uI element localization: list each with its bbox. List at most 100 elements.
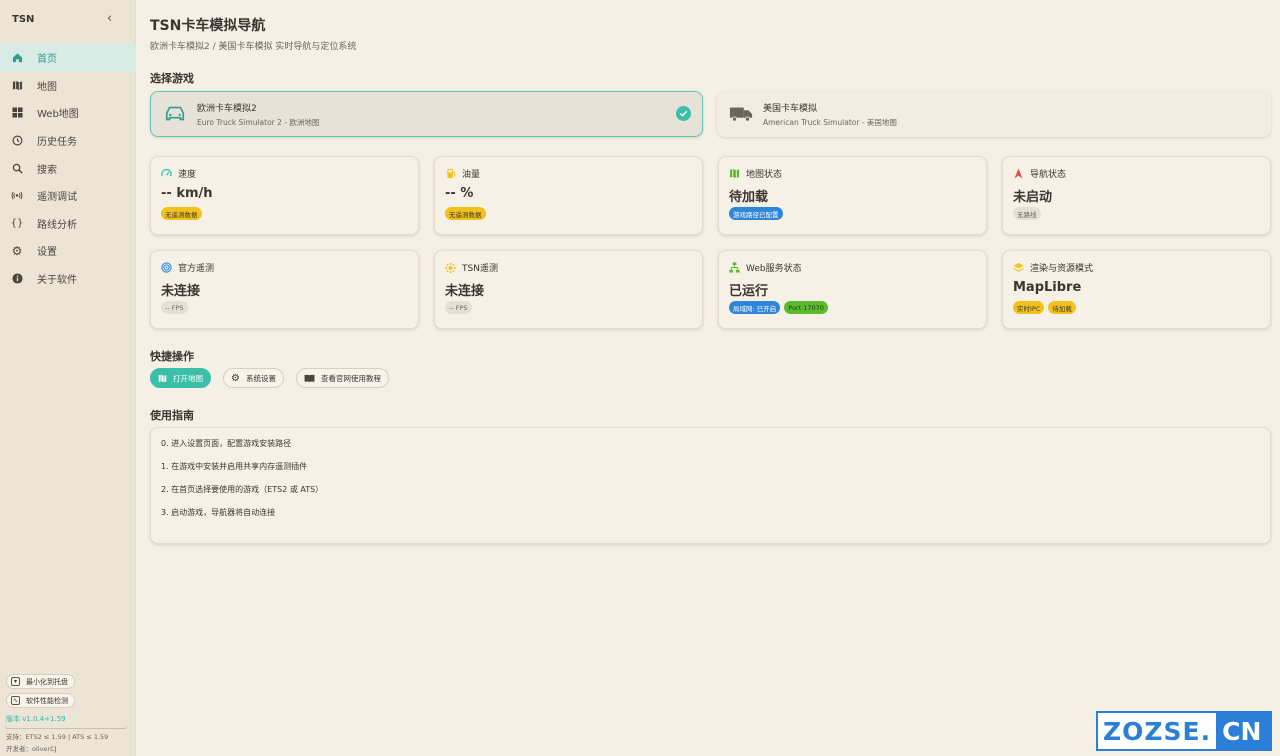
map-status-card: 地图状态 待加载 游戏路径已配置 — [718, 156, 987, 235]
sparkle-icon — [445, 262, 456, 273]
card-title: 导航状态 — [1030, 170, 1067, 180]
sidebar-item-label: 路线分析 — [37, 219, 77, 231]
card-title: 地图状态 — [746, 170, 783, 180]
sidebar-item-label: 搜索 — [37, 164, 57, 176]
system-settings-button[interactable]: ⚙ 系统设置 — [223, 368, 284, 388]
status-badge: 实时IPC — [1013, 301, 1045, 314]
grid-icon — [11, 107, 23, 119]
card-value: -- km/h — [161, 186, 213, 201]
card-title: 渲染与资源模式 — [1030, 264, 1094, 274]
guide-step: 1. 在游戏中安装并启用共享内存遥测插件 — [161, 462, 308, 471]
map-icon — [11, 79, 23, 91]
sidebar-item-home[interactable]: 首页 — [0, 44, 136, 72]
chart-icon: ∿ — [11, 696, 20, 705]
game-name: 美国卡车模拟 — [763, 103, 818, 114]
guide-heading: 使用指南 — [150, 409, 194, 422]
card-title: 官方遥测 — [178, 264, 215, 274]
sidebar-item-label: 关于软件 — [37, 275, 77, 287]
port-badge: Port 17070 — [784, 301, 828, 314]
card-title: Web服务状态 — [746, 264, 802, 274]
performance-label: 软件性能检测 — [26, 696, 68, 705]
layers-icon — [1013, 262, 1024, 273]
gear-icon: ⚙ — [231, 372, 240, 384]
nav-status-card: 导航状态 未启动 无路线 — [1002, 156, 1271, 235]
sidebar-item-route-analysis[interactable]: {} 路线分析 — [0, 210, 136, 238]
quick-actions-heading: 快捷操作 — [150, 350, 194, 363]
view-tutorial-button[interactable]: 查看官网使用教程 — [296, 368, 389, 388]
sidebar-item-label: 遥测调试 — [37, 192, 77, 204]
sidebar-item-label: 历史任务 — [37, 137, 77, 149]
button-label: 查看官网使用教程 — [321, 373, 381, 383]
minimize-to-tray-button[interactable]: ▾ 最小化到托盘 — [6, 674, 75, 689]
card-value: 已运行 — [729, 284, 769, 299]
sidebar-item-map[interactable]: 地图 — [0, 72, 136, 100]
game-name: 欧洲卡车模拟2 — [197, 103, 257, 114]
sidebar-item-settings[interactable]: ⚙ 设置 — [0, 237, 136, 265]
status-badge: 无遥测数据 — [445, 207, 486, 220]
status-badge: -- FPS — [445, 301, 472, 314]
status-badge: 游戏路径已配置 — [729, 207, 783, 220]
minimize-label: 最小化到托盘 — [26, 677, 68, 686]
braces-icon: {} — [10, 217, 24, 229]
performance-check-button[interactable]: ∿ 软件性能检测 — [6, 693, 75, 708]
version-label: 版本 v1.0.4+1.59 — [6, 715, 66, 723]
gear-icon: ⚙ — [11, 243, 23, 258]
sidebar-item-telemetry[interactable]: 遥测调试 — [0, 182, 136, 210]
support-label: 支持：ETS2 ≤ 1.59 | ATS ≤ 1.59 — [6, 733, 109, 741]
app-brand: TSN — [12, 14, 35, 25]
card-title: 油量 — [462, 170, 481, 180]
page-subtitle: 欧洲卡车模拟2 / 美国卡车模拟 实时导航与定位系统 — [150, 42, 357, 52]
sidebar: TSN ‹ 首页 地图 Web地图 历史任务 搜索 遥测调试 {} 路线分析 ⚙… — [0, 0, 136, 756]
sidebar-item-label: 设置 — [37, 247, 57, 259]
truck-icon — [729, 102, 753, 126]
status-badge: 局域网: 已开启 — [729, 301, 781, 314]
signal-icon — [11, 190, 23, 202]
game-select-heading: 选择游戏 — [150, 72, 194, 85]
card-title: TSN遥测 — [462, 264, 498, 274]
page-title: TSN卡车模拟导航 — [150, 18, 266, 34]
guide-panel: 0. 进入设置页面，配置游戏安装路径 1. 在游戏中安装并启用共享内存遥测插件 … — [150, 427, 1271, 544]
web-service-card: Web服务状态 已运行 局域网: 已开启 Port 17070 — [718, 250, 987, 329]
nav-arrow-icon — [1013, 168, 1024, 179]
sidebar-item-search[interactable]: 搜索 — [0, 154, 136, 182]
status-badge: 待加载 — [1048, 301, 1076, 314]
home-icon — [11, 52, 23, 64]
guide-step: 3. 启动游戏，导航器将自动连接 — [161, 508, 276, 517]
author-label: 开发者：oliverCJ — [6, 745, 57, 753]
history-icon — [11, 135, 23, 147]
watermark-logo: ZOZSE. CN — [1096, 711, 1272, 751]
chevron-left-icon[interactable]: ‹ — [107, 11, 112, 26]
tray-icon: ▾ — [11, 677, 20, 686]
button-label: 打开地图 — [173, 373, 203, 383]
open-map-button[interactable]: 打开地图 — [150, 368, 211, 388]
game-card-ats[interactable]: 美国卡车模拟 American Truck Simulator - 美国地图 — [717, 91, 1271, 137]
official-telemetry-card: 官方遥测 未连接 -- FPS — [150, 250, 419, 329]
game-subtitle: Euro Truck Simulator 2 - 欧洲地图 — [197, 117, 320, 127]
network-icon — [729, 262, 740, 273]
fuel-icon — [445, 168, 456, 179]
gauge-icon — [161, 168, 172, 179]
book-icon — [304, 374, 315, 383]
game-card-ets2[interactable]: 欧洲卡车模拟2 Euro Truck Simulator 2 - 欧洲地图 — [150, 91, 703, 137]
speed-card: 速度 -- km/h 无遥测数据 — [150, 156, 419, 235]
check-icon — [676, 106, 691, 121]
card-value: -- % — [445, 186, 474, 201]
card-value: 未启动 — [1013, 190, 1053, 205]
sidebar-item-webmap[interactable]: Web地图 — [0, 99, 136, 127]
guide-step: 2. 在首页选择要使用的游戏（ETS2 或 ATS） — [161, 485, 324, 494]
map-icon — [158, 374, 167, 383]
sidebar-item-label: Web地图 — [37, 109, 79, 121]
card-title: 速度 — [178, 170, 197, 180]
status-badge: 无遥测数据 — [161, 207, 202, 220]
target-icon — [161, 262, 172, 273]
sidebar-item-about[interactable]: 关于软件 — [0, 265, 136, 293]
card-value: 未连接 — [161, 284, 201, 299]
sidebar-item-history[interactable]: 历史任务 — [0, 127, 136, 155]
search-icon — [11, 162, 23, 174]
card-value: 待加载 — [729, 190, 769, 205]
fuel-card: 油量 -- % 无遥测数据 — [434, 156, 703, 235]
sidebar-nav: 首页 地图 Web地图 历史任务 搜索 遥测调试 {} 路线分析 ⚙ 设置 关于… — [0, 44, 136, 292]
divider — [4, 725, 128, 729]
tsn-telemetry-card: TSN遥测 未连接 -- FPS — [434, 250, 703, 329]
info-icon — [11, 273, 23, 285]
